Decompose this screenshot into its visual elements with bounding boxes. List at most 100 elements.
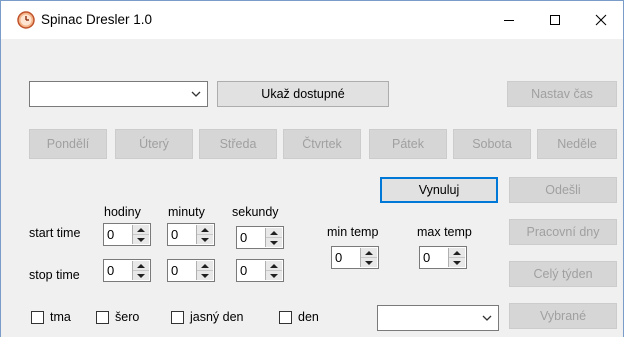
spin-up-button[interactable] [197,225,213,235]
day-button-tuesday[interactable]: Úterý [115,129,193,159]
checkbox-box[interactable] [171,310,184,324]
spin-down-button[interactable] [449,258,465,267]
spinner-arrows [132,225,149,244]
whole-week-button[interactable]: Celý týden [509,261,617,287]
spin-down-button[interactable] [133,271,149,280]
spin-down-button[interactable] [266,271,282,280]
checkbox-label: tma [50,310,71,324]
spin-up-button[interactable] [266,228,282,238]
checkbox-label: jasný den [190,310,244,324]
spinner-arrows [448,248,465,267]
checkbox-box[interactable] [279,310,292,324]
checkbox-box[interactable] [31,310,44,324]
caret-down-icon [365,260,373,265]
caret-up-icon [137,263,145,268]
day-button-thursday[interactable]: Čtvrtek [283,129,361,159]
spin-up-button[interactable] [361,248,377,258]
spin-up-button[interactable] [197,261,213,271]
spin-up-button[interactable] [266,261,282,271]
caret-up-icon [201,263,209,268]
spinner-arrows [360,248,377,267]
show-available-button[interactable]: Ukaž dostupné [217,81,389,107]
caret-up-icon [270,263,278,268]
checkbox-jasny-den[interactable]: jasný den [171,310,244,324]
start-minutes-value: 0 [171,227,179,242]
spinner-arrows [132,261,149,280]
min-temp-value: 0 [335,250,343,265]
spinner-arrows [196,261,213,280]
start-seconds-value: 0 [240,230,248,245]
minimize-button[interactable] [486,1,532,39]
stop-hours-spinner[interactable]: 0 [103,259,151,282]
max-temp-spinner[interactable]: 0 [419,246,467,269]
maximize-button[interactable] [532,1,578,39]
spin-down-button[interactable] [133,235,149,244]
day-button-friday[interactable]: Pátek [369,129,447,159]
spin-down-button[interactable] [197,235,213,244]
caret-up-icon [270,230,278,235]
day-button-wednesday[interactable]: Středa [199,129,277,159]
caret-up-icon [137,227,145,232]
stop-time-label: stop time [29,268,80,282]
maximize-icon [550,15,560,25]
spin-down-button[interactable] [361,258,377,267]
caret-up-icon [365,250,373,255]
send-button[interactable]: Odešli [509,177,617,203]
workdays-button[interactable]: Pracovní dny [509,219,617,245]
chevron-down-icon [191,91,201,97]
start-seconds-spinner[interactable]: 0 [236,226,284,249]
spinner-arrows [265,261,282,280]
chevron-down-icon [482,315,492,321]
set-time-button[interactable]: Nastav čas [507,81,617,107]
client-area: Ukaž dostupné Nastav čas Pondělí Úterý S… [1,39,623,337]
close-button[interactable] [578,1,624,39]
day-button-monday[interactable]: Pondělí [29,129,107,159]
minimize-icon [504,20,514,21]
stop-minutes-value: 0 [171,263,179,278]
stop-hours-value: 0 [107,263,115,278]
start-hours-spinner[interactable]: 0 [103,223,151,246]
close-icon [595,14,607,26]
max-temp-label: max temp [417,225,472,239]
stop-seconds-spinner[interactable]: 0 [236,259,284,282]
checkbox-label: šero [115,310,140,324]
spinner-arrows [265,228,282,247]
start-minutes-spinner[interactable]: 0 [167,223,215,246]
title-bar[interactable]: Spinac Dresler 1.0 [1,1,623,39]
checkbox-label: den [298,310,319,324]
port-combobox[interactable] [29,81,208,107]
caret-down-icon [270,240,278,245]
checkbox-sero[interactable]: šero [96,310,139,324]
checkbox-tma[interactable]: tma [31,310,71,324]
start-hours-value: 0 [107,227,115,242]
spin-down-button[interactable] [266,238,282,247]
window-title: Spinac Dresler 1.0 [41,12,153,27]
caret-up-icon [453,250,461,255]
checkbox-den[interactable]: den [279,310,319,324]
spinner-arrows [196,225,213,244]
day-button-sunday[interactable]: Neděle [537,129,617,159]
caret-down-icon [137,273,145,278]
stop-seconds-value: 0 [240,263,248,278]
min-temp-spinner[interactable]: 0 [331,246,379,269]
spin-up-button[interactable] [449,248,465,258]
seconds-label: sekundy [232,205,279,219]
spin-up-button[interactable] [133,261,149,271]
spin-up-button[interactable] [133,225,149,235]
start-time-label: start time [29,226,81,240]
selected-button[interactable]: Vybrané [509,303,617,329]
day-button-saturday[interactable]: Sobota [453,129,531,159]
caret-down-icon [201,273,209,278]
light-combobox[interactable] [377,305,499,331]
hours-label: hodiny [104,205,141,219]
min-temp-label: min temp [327,225,379,239]
spin-down-button[interactable] [197,271,213,280]
checkbox-box[interactable] [96,310,109,324]
caret-down-icon [270,273,278,278]
caret-down-icon [201,237,209,242]
reset-button[interactable]: Vynuluj [380,177,498,203]
app-window: Spinac Dresler 1.0 Ukaž dostupné Nastav … [0,0,624,337]
stop-minutes-spinner[interactable]: 0 [167,259,215,282]
clock-icon [17,11,35,29]
max-temp-value: 0 [423,250,431,265]
